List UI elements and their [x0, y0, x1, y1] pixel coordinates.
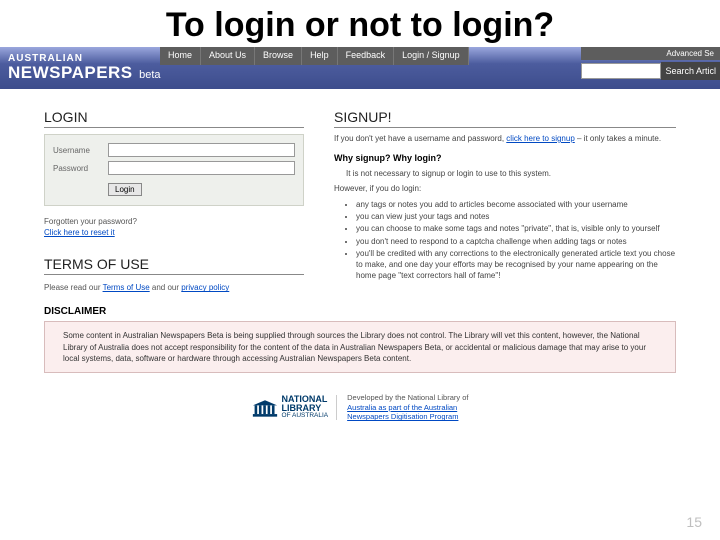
library-building-icon: [252, 398, 278, 418]
main-content: LOGIN Username Password Login Forgotten …: [0, 89, 720, 292]
page-number: 15: [686, 514, 702, 530]
benefits-list: any tags or notes you add to articles be…: [356, 199, 676, 281]
slide-title: To login or not to login?: [0, 0, 720, 47]
disclaimer-heading: DISCLAIMER: [44, 306, 720, 317]
footer-dev-prefix: Developed by the National Library of: [347, 393, 468, 402]
signup-intro-suffix: – it only takes a minute.: [575, 134, 661, 143]
left-column: LOGIN Username Password Login Forgotten …: [44, 109, 304, 292]
signup-not-necessary: It is not necessary to signup or login t…: [346, 169, 676, 178]
list-item: you don't need to respond to a captcha c…: [356, 236, 676, 247]
terms-prefix: Please read our: [44, 283, 103, 292]
right-column: SIGNUP! If you don't yet have a username…: [334, 109, 676, 292]
terms-of-use-link[interactable]: Terms of Use: [103, 283, 150, 292]
login-form: Username Password Login: [44, 134, 304, 206]
footer-attribution: Developed by the National Library of Aus…: [347, 393, 468, 422]
list-item: any tags or notes you add to articles be…: [356, 199, 676, 210]
login-heading: LOGIN: [44, 109, 304, 128]
footer-link-1[interactable]: Australia as part of the Australian: [347, 403, 457, 412]
search-input[interactable]: [581, 63, 661, 79]
main-nav: Home About Us Browse Help Feedback Login…: [160, 47, 469, 65]
nav-help[interactable]: Help: [302, 47, 338, 65]
signup-link[interactable]: click here to signup: [506, 134, 574, 143]
privacy-policy-link[interactable]: privacy policy: [181, 283, 229, 292]
footer: NATIONAL LIBRARY OF AUSTRALIA Developed …: [0, 393, 720, 422]
nav-home[interactable]: Home: [160, 47, 201, 65]
terms-heading: TERMS OF USE: [44, 256, 304, 275]
terms-text: Please read our Terms of Use and our pri…: [44, 283, 304, 292]
nav-about[interactable]: About Us: [201, 47, 255, 65]
advanced-search-link[interactable]: Advanced Se: [581, 47, 720, 60]
nav-browse[interactable]: Browse: [255, 47, 302, 65]
nav-feedback[interactable]: Feedback: [338, 47, 395, 65]
nla-line3: OF AUSTRALIA: [282, 413, 329, 420]
brand-logo: AUSTRALIAN NEWSPAPERS beta: [8, 54, 161, 82]
nla-logo-text: NATIONAL LIBRARY OF AUSTRALIA: [282, 395, 329, 420]
signup-intro: If you don't yet have a username and pas…: [334, 134, 676, 143]
footer-link-2[interactable]: Newspapers Digitisation Program: [347, 412, 458, 421]
signup-heading: SIGNUP!: [334, 109, 676, 128]
username-label: Username: [53, 146, 108, 155]
nla-logo: NATIONAL LIBRARY OF AUSTRALIA: [252, 395, 338, 420]
disclaimer-box: Some content in Australian Newspapers Be…: [44, 321, 676, 373]
password-label: Password: [53, 164, 108, 173]
forgot-password-text: Forgotten your password?: [44, 216, 304, 227]
password-field[interactable]: [108, 161, 295, 175]
signup-however: However, if you do login:: [334, 184, 676, 193]
login-button[interactable]: Login: [108, 183, 142, 196]
terms-mid: and our: [150, 283, 182, 292]
list-item: you can view just your tags and notes: [356, 211, 676, 222]
list-item: you can choose to make some tags and not…: [356, 223, 676, 234]
search-button[interactable]: Search Articl: [661, 62, 720, 80]
nav-login-signup[interactable]: Login / Signup: [394, 47, 469, 65]
brand-line2: NEWSPAPERS: [8, 63, 133, 82]
brand-beta: beta: [139, 69, 160, 81]
why-signup-heading: Why signup? Why login?: [334, 153, 676, 163]
username-field[interactable]: [108, 143, 295, 157]
header-right: Advanced Se Search Articl: [581, 47, 720, 80]
app-header: AUSTRALIAN NEWSPAPERS beta Home About Us…: [0, 47, 720, 89]
list-item: you'll be credited with any corrections …: [356, 248, 676, 282]
reset-password-link[interactable]: Click here to reset it: [44, 228, 115, 237]
signup-intro-prefix: If you don't yet have a username and pas…: [334, 134, 506, 143]
